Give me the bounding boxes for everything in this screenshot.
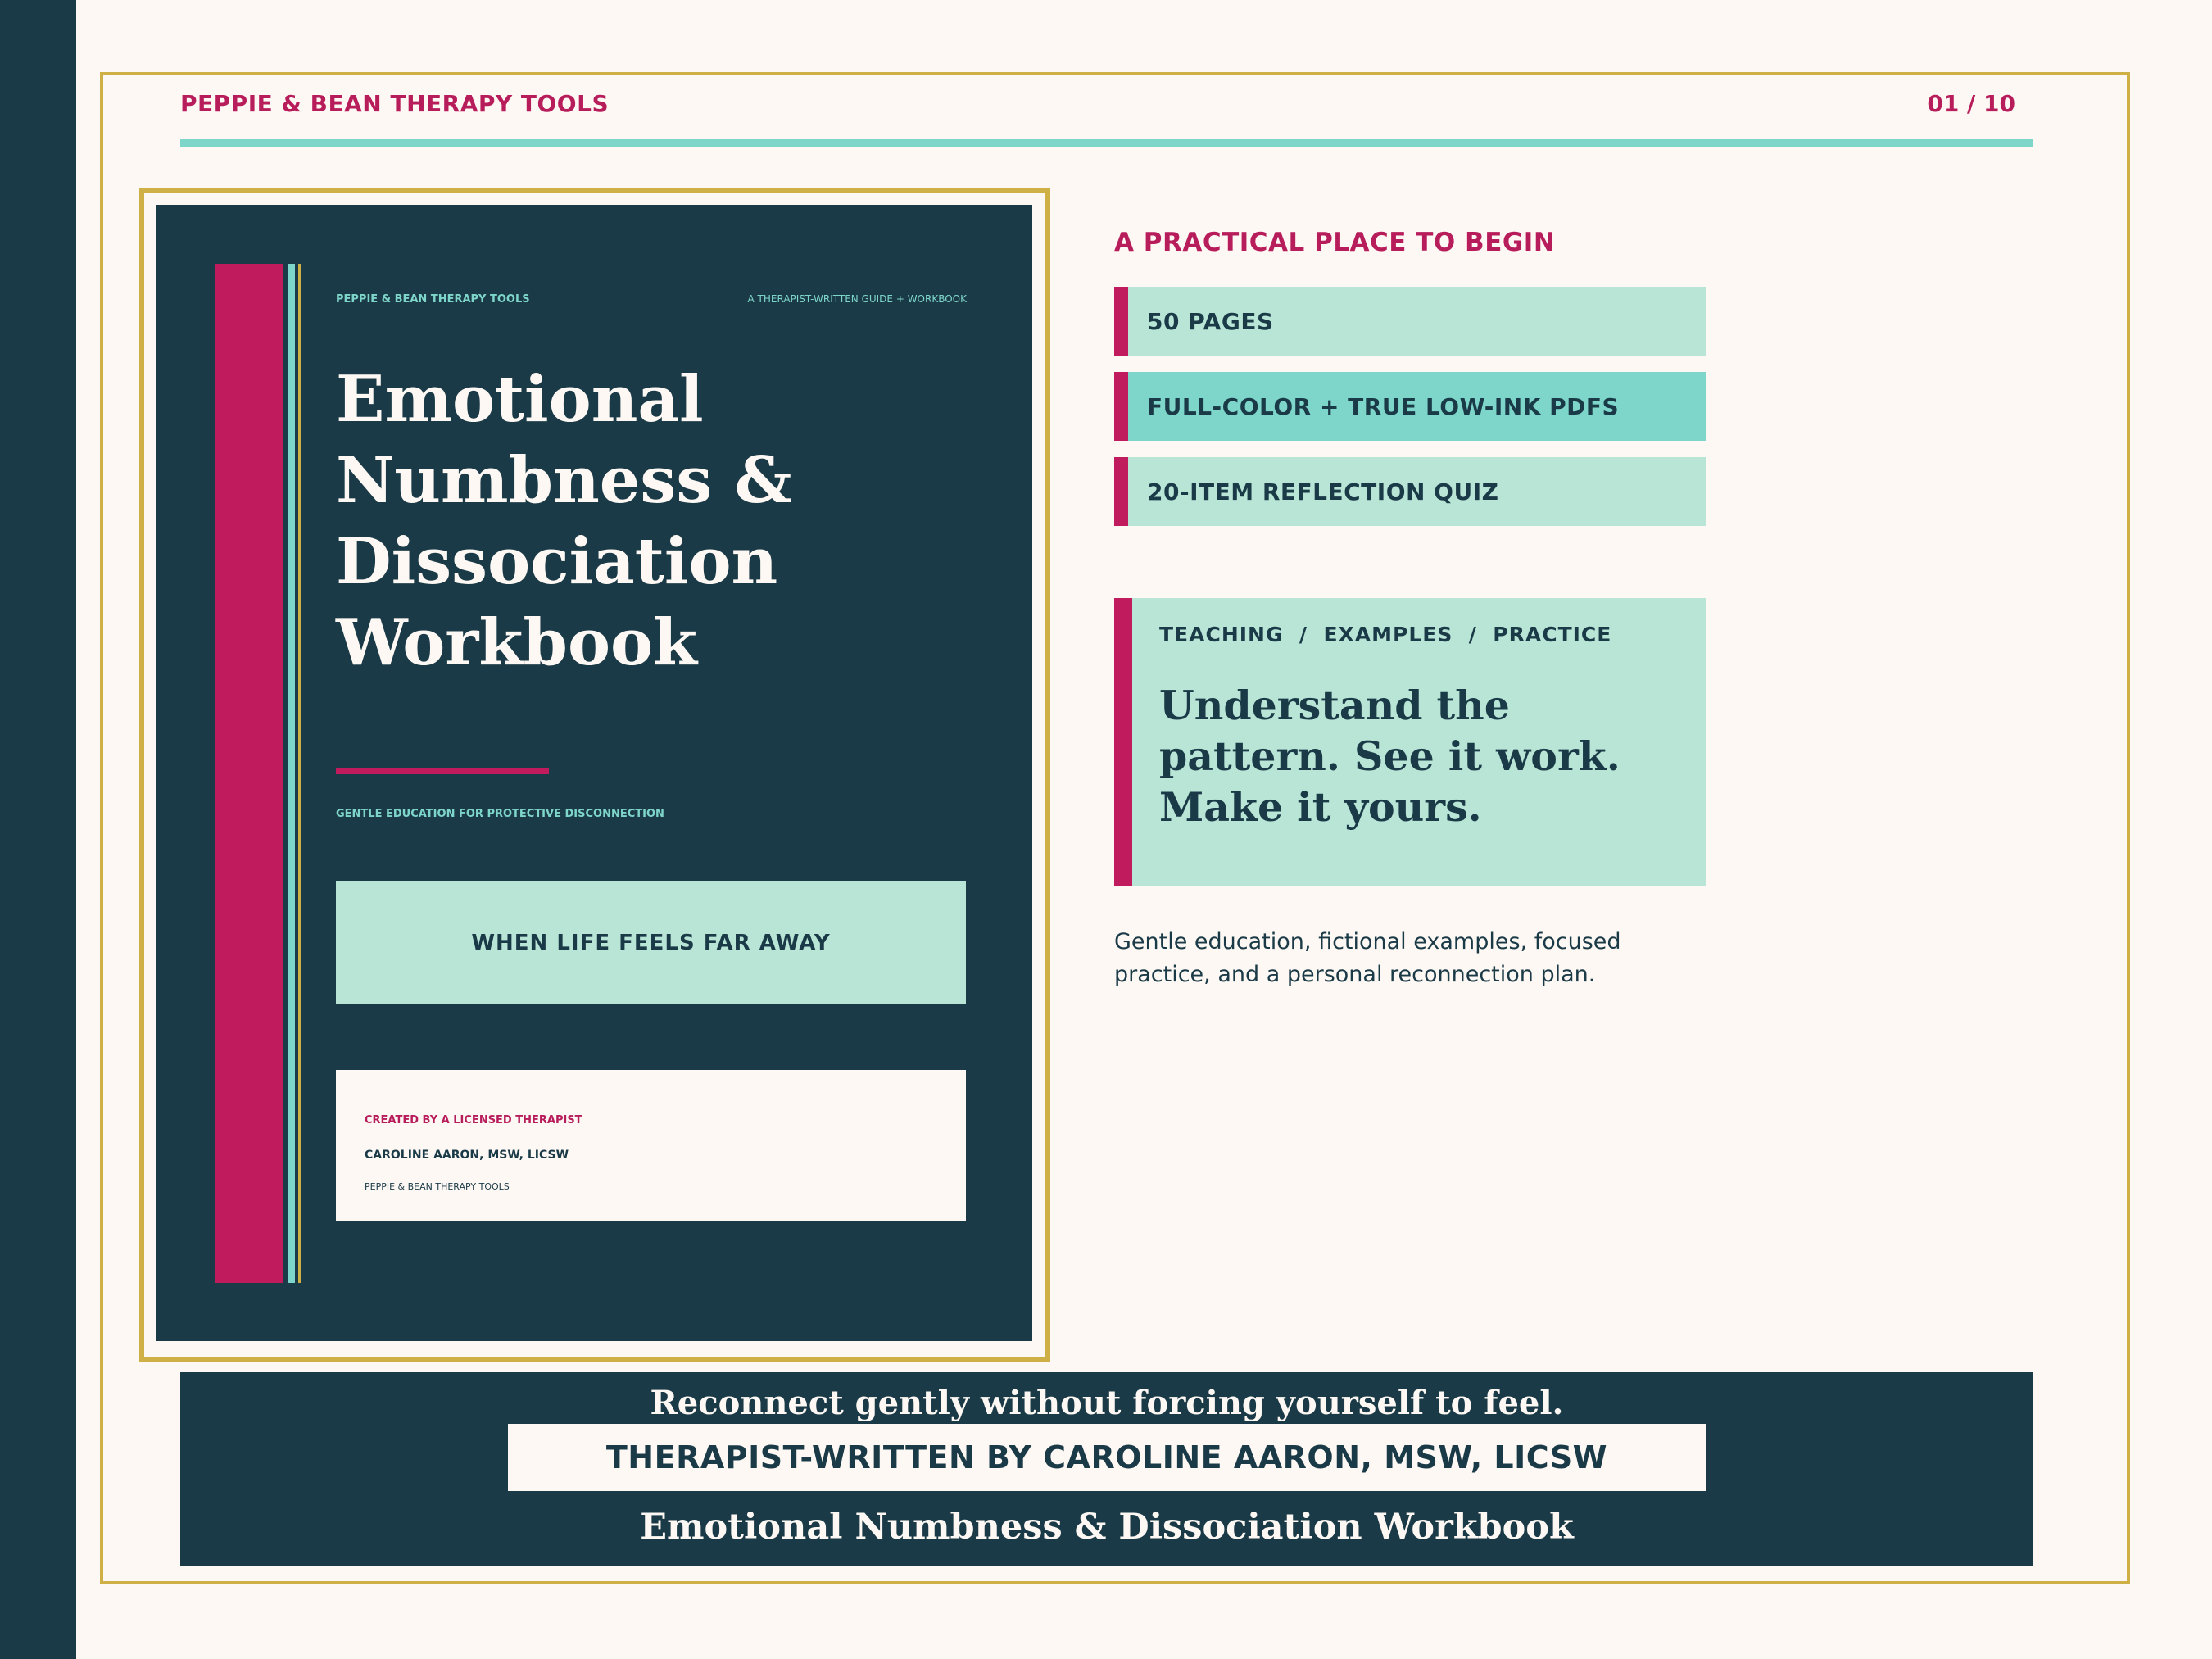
quote-body: Understand the pattern. See it work. Mak… xyxy=(1159,682,1620,831)
feature-label: 20-ITEM REFLECTION QUIZ xyxy=(1147,478,1499,505)
feature-accent xyxy=(1114,457,1128,526)
header-brand: PEPPIE & BEAN THERAPY TOOLS xyxy=(180,90,610,117)
cover-title: Emotional Numbness & Dissociation Workbo… xyxy=(336,359,959,683)
page-indicator: 01 / 10 xyxy=(1927,90,2015,117)
feature-item: FULL-COLOR + TRUE LOW-INK PDFS xyxy=(1114,372,1706,441)
description: Gentle education, fictional examples, fo… xyxy=(1114,929,1621,987)
feature-accent xyxy=(1114,372,1128,441)
feature-label: FULL-COLOR + TRUE LOW-INK PDFS xyxy=(1147,392,1620,420)
cover-title-line: Dissociation xyxy=(336,524,778,599)
cover-tagline: A THERAPIST-WRITTEN GUIDE + WORKBOOK xyxy=(747,293,967,305)
quote-card: TEACHING / EXAMPLES / PRACTICE Understan… xyxy=(1114,598,1706,886)
feature-item: 50 PAGES xyxy=(1114,287,1706,356)
cover-gold-line xyxy=(298,264,301,1283)
cover-brand: PEPPIE & BEAN THERAPY TOOLS xyxy=(336,293,530,306)
cover-credit-box: CREATED BY A LICENSED THERAPIST CAROLINE… xyxy=(336,1070,966,1221)
cover-band: WHEN LIFE FEELS FAR AWAY xyxy=(336,881,966,1004)
cover-divider xyxy=(336,768,549,774)
footer-banner: Reconnect gently without forcing yoursel… xyxy=(180,1372,2033,1566)
section-heading: A PRACTICAL PLACE TO BEGIN xyxy=(1114,228,1556,257)
cover-credit-brand: PEPPIE & BEAN THERAPY TOOLS xyxy=(365,1181,510,1192)
cover-title-line: Numbness & xyxy=(336,443,792,518)
cover-subtitle: GENTLE EDUCATION FOR PROTECTIVE DISCONNE… xyxy=(336,808,664,820)
feature-label: 50 PAGES xyxy=(1147,307,1274,335)
cover-credit-name: CAROLINE AARON, MSW, LICSW xyxy=(365,1149,569,1162)
footer-tagline: Reconnect gently without forcing yoursel… xyxy=(650,1384,1564,1422)
quote-kicker: TEACHING / EXAMPLES / PRACTICE xyxy=(1159,623,1612,646)
cover-title-line: Workbook xyxy=(336,605,698,680)
feature-item: 20-ITEM REFLECTION QUIZ xyxy=(1114,457,1706,526)
footer-title: Emotional Numbness & Dissociation Workbo… xyxy=(640,1507,1574,1548)
cover-credit-label: CREATED BY A LICENSED THERAPIST xyxy=(365,1114,582,1126)
left-accent-bar xyxy=(0,0,76,1659)
feature-accent xyxy=(1114,287,1128,356)
cover-title-line: Emotional xyxy=(336,362,704,437)
cover-spine-stripe xyxy=(215,264,283,1283)
cover-teal-line xyxy=(288,264,295,1283)
footer-credit: THERAPIST-WRITTEN BY CAROLINE AARON, MSW… xyxy=(508,1424,1706,1491)
header-divider xyxy=(180,139,2033,147)
quote-accent xyxy=(1114,598,1132,886)
